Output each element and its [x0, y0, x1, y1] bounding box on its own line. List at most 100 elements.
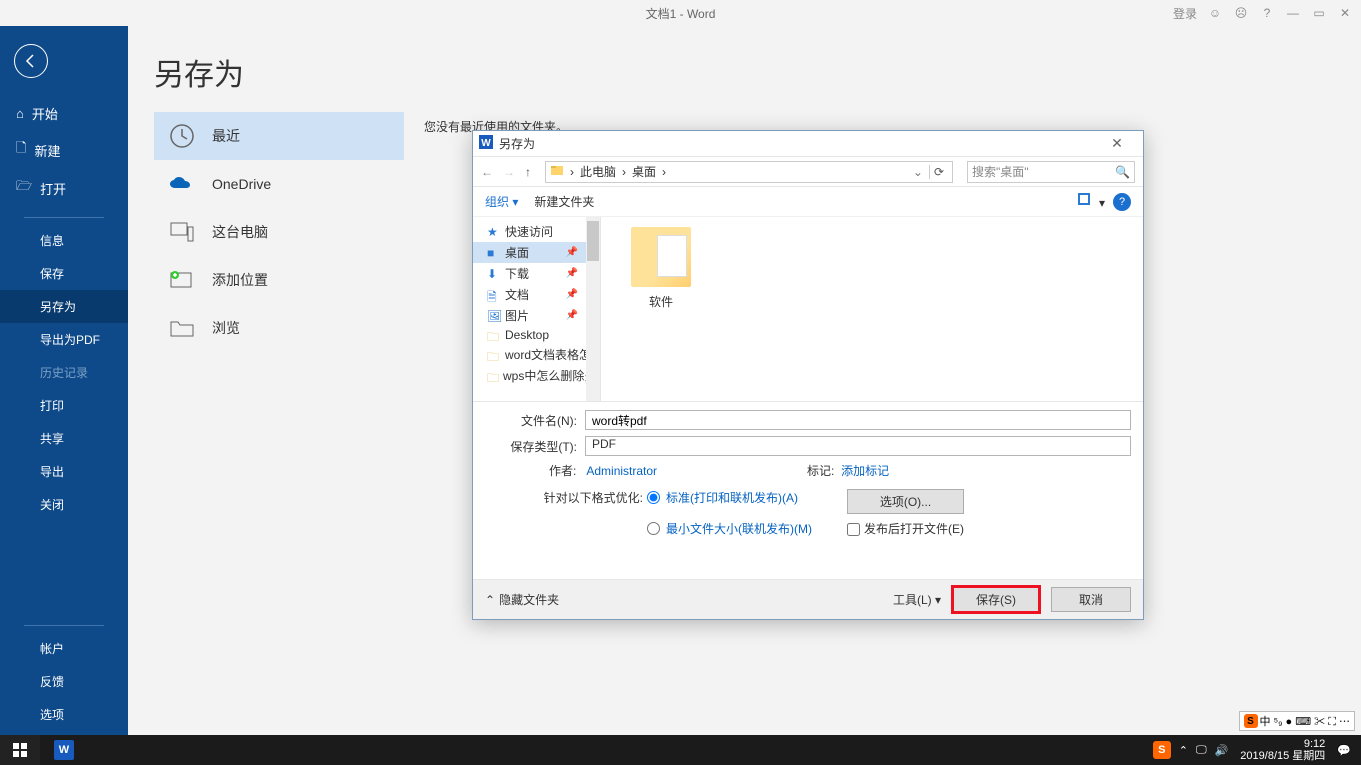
location-browse[interactable]: 浏览	[154, 304, 404, 352]
home-icon: ⌂	[16, 106, 24, 121]
dialog-help-icon[interactable]: ?	[1113, 193, 1131, 211]
refresh-icon[interactable]: ⟳	[929, 165, 948, 179]
nav-history: 历史记录	[0, 356, 128, 389]
nav-home[interactable]: ⌂ 开始	[0, 96, 128, 131]
tree-desktop-en[interactable]: 🗀 Desktop	[473, 326, 600, 344]
nav-up-icon[interactable]: ↑	[525, 165, 531, 179]
tags-value[interactable]: 添加标记	[841, 464, 889, 478]
windows-icon	[13, 743, 27, 757]
nav-share[interactable]: 共享	[0, 422, 128, 455]
taskbar-clock[interactable]: 9:12 2019/8/15 星期四	[1236, 738, 1329, 762]
options-button[interactable]: 选项(O)...	[847, 489, 964, 514]
location-addplace[interactable]: 添加位置	[154, 256, 404, 304]
location-onedrive[interactable]: OneDrive	[154, 160, 404, 208]
back-button[interactable]	[14, 44, 48, 78]
face-smile-icon[interactable]: ☺	[1207, 5, 1223, 21]
nav-account[interactable]: 帐户	[0, 632, 128, 665]
ime-chars: 中 ⁵₉ ● ⌨ ✂ ⛶ ⋯	[1260, 713, 1350, 729]
tree-desktop[interactable]: ■ 桌面 📌	[473, 242, 600, 263]
search-input[interactable]: 搜索"桌面" 🔍	[967, 161, 1135, 183]
tree-downloads[interactable]: ⬇ 下载 📌	[473, 263, 600, 284]
hide-folders-toggle[interactable]: ⌃ 隐藏文件夹	[485, 591, 559, 608]
taskbar: W S ⌃ 🖵 🔊 9:12 2019/8/15 星期四 💬	[0, 735, 1361, 765]
tree-scrollbar[interactable]	[586, 217, 600, 401]
nav-forward-icon[interactable]: →	[503, 165, 515, 179]
breadcrumb[interactable]: › 此电脑 › 桌面 › ⌄ ⟳	[545, 161, 953, 183]
document-title: 文档1 - Word	[646, 5, 716, 22]
tree-folder-2[interactable]: 🗀 wps中怎么删除多	[473, 365, 600, 386]
dialog-fields: 文件名(N): 保存类型(T): PDF 作者: Administrator 标…	[473, 401, 1143, 483]
dialog-navbar: ← → ↑ › 此电脑 › 桌面 › ⌄ ⟳ 搜索"桌面" 🔍	[473, 157, 1143, 187]
location-recent[interactable]: 最近	[154, 112, 404, 160]
nav-separator-bottom	[24, 625, 104, 626]
breadcrumb-current[interactable]: 桌面	[632, 163, 656, 180]
picture-icon: 🖼	[487, 309, 501, 323]
save-type-label: 保存类型(T):	[485, 438, 585, 455]
tools-menu[interactable]: 工具(L) ▾	[893, 591, 941, 608]
maximize-icon[interactable]: ▭	[1311, 5, 1327, 21]
tray-volume-icon[interactable]: 🔊	[1215, 744, 1229, 757]
nav-close[interactable]: 关闭	[0, 488, 128, 521]
breadcrumb-dropdown-icon[interactable]: ⌄	[913, 165, 923, 179]
checkbox-open-after[interactable]	[847, 523, 860, 536]
search-placeholder: 搜索"桌面"	[972, 163, 1115, 180]
dialog-footer: ⌃ 隐藏文件夹 工具(L) ▾ 保存(S) 取消	[473, 579, 1143, 619]
author-label: 作者:	[549, 464, 576, 478]
sogou-ime-icon[interactable]: S	[1153, 741, 1171, 759]
filename-label: 文件名(N):	[485, 412, 585, 429]
taskbar-word[interactable]: W	[40, 735, 88, 765]
nav-saveas[interactable]: 另存为	[0, 290, 128, 323]
nav-options[interactable]: 选项	[0, 698, 128, 731]
cancel-button[interactable]: 取消	[1051, 587, 1131, 612]
ime-indicator[interactable]: S 中 ⁵₉ ● ⌨ ✂ ⛶ ⋯	[1239, 711, 1355, 731]
optimize-standard-radio[interactable]: 标准(打印和联机发布)(A)	[647, 489, 817, 506]
tray-battery-icon[interactable]: 🖵	[1196, 744, 1207, 757]
nav-export[interactable]: 导出	[0, 455, 128, 488]
nav-save[interactable]: 保存	[0, 257, 128, 290]
nav-exportpdf[interactable]: 导出为PDF	[0, 323, 128, 356]
optimize-label: 针对以下格式优化:	[507, 489, 647, 535]
nav-print[interactable]: 打印	[0, 389, 128, 422]
filename-input[interactable]	[585, 410, 1131, 430]
breadcrumb-root[interactable]: 此电脑	[580, 163, 616, 180]
radio-standard[interactable]	[647, 491, 660, 504]
nav-back-icon[interactable]: ←	[481, 165, 493, 179]
dialog-title: 另存为	[499, 135, 535, 152]
start-button[interactable]	[0, 735, 40, 765]
organize-menu[interactable]: 组织 ▾	[485, 193, 518, 210]
save-button[interactable]: 保存(S)	[951, 585, 1041, 614]
tray-chevron-icon[interactable]: ⌃	[1179, 744, 1188, 757]
onedrive-icon	[168, 170, 196, 198]
file-item-software[interactable]: 软件	[621, 227, 701, 310]
optimize-block: 针对以下格式优化: 标准(打印和联机发布)(A) 最小文件大小(联机发布)(M)…	[473, 483, 1143, 543]
tree-folder-1[interactable]: 🗀 word文档表格怎	[473, 344, 600, 365]
save-type-select[interactable]: PDF	[585, 436, 1131, 456]
close-icon[interactable]: ✕	[1337, 5, 1353, 21]
dialog-titlebar: W 另存为 ✕	[473, 131, 1143, 157]
notifications-icon[interactable]: 💬	[1337, 744, 1351, 757]
tree-pictures[interactable]: 🖼 图片 📌	[473, 305, 600, 326]
login-link[interactable]: 登录	[1173, 5, 1197, 22]
help-icon[interactable]: ?	[1259, 5, 1275, 21]
nav-feedback[interactable]: 反馈	[0, 665, 128, 698]
radio-min[interactable]	[647, 522, 660, 535]
sogou-small-icon: S	[1244, 714, 1258, 728]
optimize-min-radio[interactable]: 最小文件大小(联机发布)(M)	[647, 520, 817, 537]
nav-new[interactable]: 🗋 新建	[0, 131, 128, 169]
face-frown-icon[interactable]: ☹	[1233, 5, 1249, 21]
location-addplace-label: 添加位置	[212, 270, 268, 290]
dialog-close-button[interactable]: ✕	[1097, 135, 1137, 152]
location-thispc[interactable]: 这台电脑	[154, 208, 404, 256]
view-mode-icon[interactable]: ▾	[1078, 193, 1105, 210]
tags-label: 标记:	[807, 464, 834, 478]
pc-icon	[168, 218, 196, 246]
author-value[interactable]: Administrator	[586, 464, 657, 478]
tree-quickaccess[interactable]: ★ 快速访问	[473, 221, 600, 242]
nav-info[interactable]: 信息	[0, 224, 128, 257]
open-after-publish-checkbox[interactable]: 发布后打开文件(E)	[847, 520, 964, 537]
minimize-icon[interactable]: —	[1285, 5, 1301, 21]
file-pane[interactable]: 软件	[601, 217, 1143, 401]
new-folder-button[interactable]: 新建文件夹	[534, 193, 594, 210]
tree-documents[interactable]: 🗎 文档 📌	[473, 284, 600, 305]
nav-open[interactable]: 🗁 打开	[0, 169, 128, 207]
